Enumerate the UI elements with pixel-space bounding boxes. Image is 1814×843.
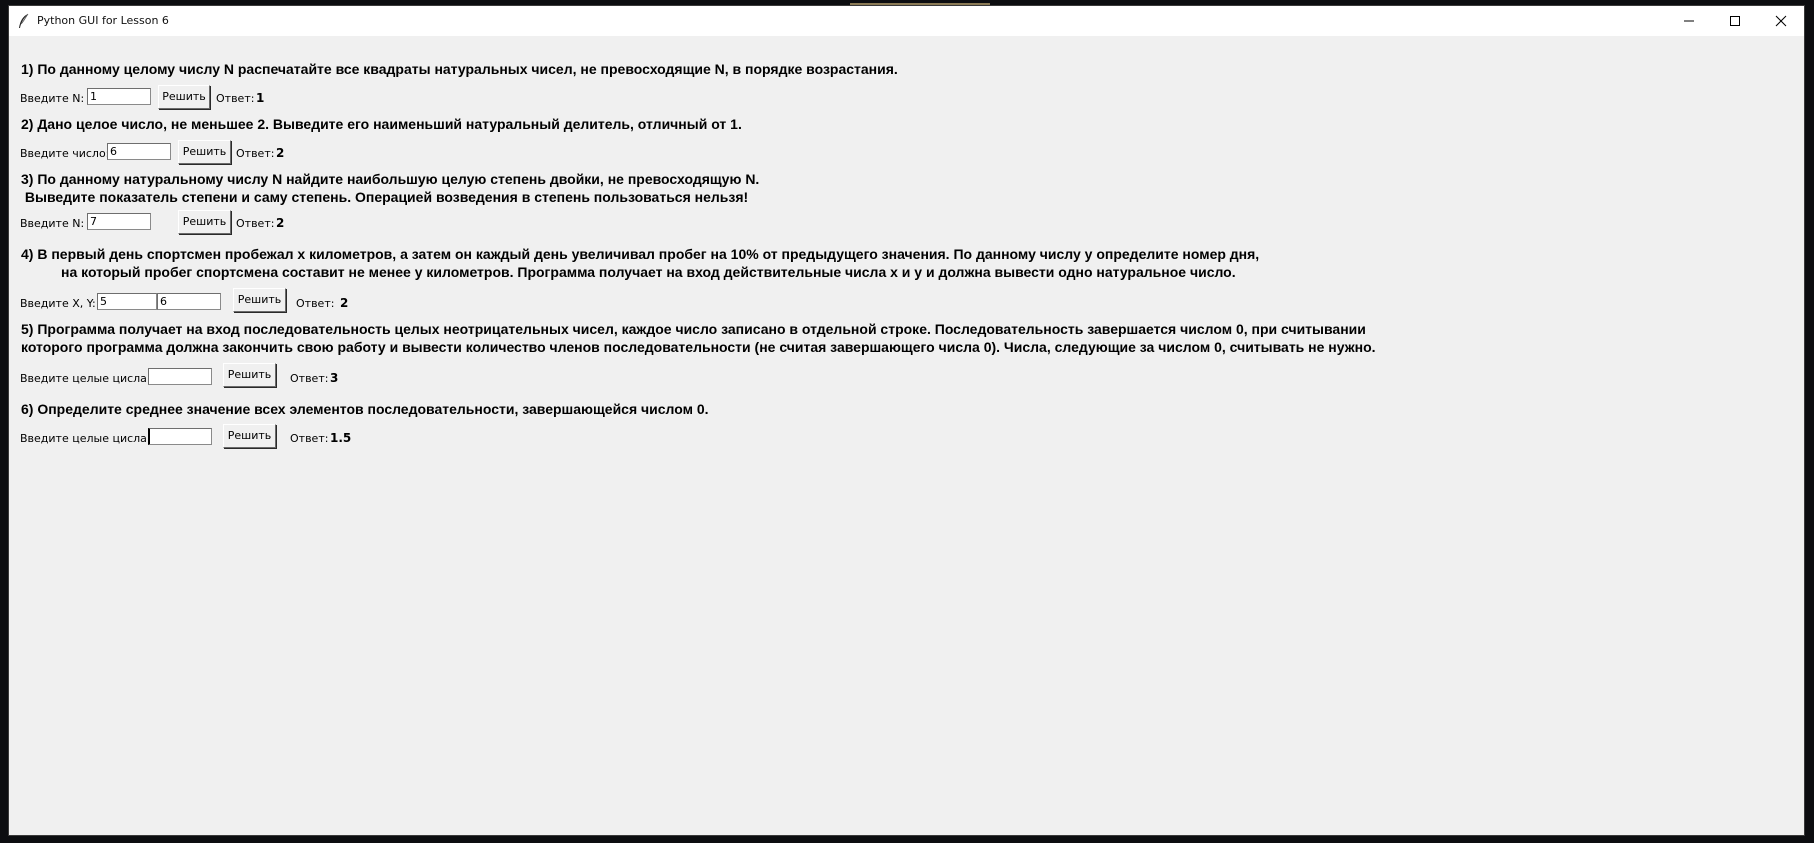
task-4-heading-line-2: на который пробег спортсмена составит не…: [61, 264, 1236, 280]
task-6-solve-button[interactable]: Решить: [223, 424, 276, 448]
close-icon: [1775, 15, 1787, 27]
task-4-heading-line-1: 4) В первый день спортсмен пробежал x ки…: [21, 246, 1260, 262]
title-bar[interactable]: Python GUI for Lesson 6: [9, 6, 1804, 36]
task-1-answer-value: 1: [256, 91, 265, 105]
task-4-solve-button[interactable]: Решить: [233, 288, 286, 312]
task-2-heading: 2) Дано целое число, не меньшее 2. Вывед…: [21, 116, 742, 132]
task-1-answer-label: Ответ:: [216, 92, 255, 105]
task-3-n-input[interactable]: 7: [87, 213, 151, 230]
task-5-answer-value: 3: [330, 371, 339, 385]
task-3-input-label: Введите N:: [20, 217, 85, 230]
task-3-answer-label: Ответ:: [236, 217, 275, 230]
task-1-solve-button[interactable]: Решить: [158, 85, 210, 109]
task-3-solve-button[interactable]: Решить: [178, 210, 231, 234]
task-5-solve-button[interactable]: Решить: [223, 363, 276, 387]
task-4-answer-label: Ответ:: [296, 297, 335, 310]
task-2-number-input[interactable]: 6: [107, 143, 171, 160]
task-2-solve-button[interactable]: Решить: [178, 140, 231, 164]
app-content: 1) По данному целому числу N распечатайт…: [9, 36, 1804, 835]
task-5-heading-line-2: которого программа должна закончить свою…: [21, 339, 1376, 355]
task-6-heading: 6) Определите среднее значение всех элем…: [21, 401, 709, 417]
task-1-heading: 1) По данному целому числу N распечатайт…: [21, 61, 898, 77]
task-6-answer-label: Ответ:: [290, 432, 329, 445]
task-4-y-input[interactable]: 6: [157, 293, 221, 310]
task-3-heading-line-1: 3) По данному натуральному числу N найди…: [21, 171, 760, 187]
task-5-numbers-input[interactable]: [148, 368, 212, 385]
maximize-button[interactable]: [1712, 6, 1758, 36]
close-button[interactable]: [1758, 6, 1804, 36]
task-6-input-label: Введите целые цисла:: [20, 432, 151, 445]
task-5-answer-label: Ответ:: [290, 372, 329, 385]
minimize-icon: [1684, 20, 1694, 22]
task-5-input-label: Введите целые цисла:: [20, 372, 151, 385]
task-3-answer-value: 2: [276, 216, 285, 230]
task-1-n-input[interactable]: 1: [87, 88, 151, 105]
task-2-answer-label: Ответ:: [236, 147, 275, 160]
maximize-icon: [1730, 16, 1740, 26]
task-2-input-label: Введите число:: [20, 147, 110, 160]
task-4-answer-value: 2: [340, 296, 349, 310]
task-2-answer-value: 2: [276, 146, 285, 160]
app-window: Python GUI for Lesson 6 1) По данному це…: [8, 5, 1805, 836]
tk-feather-icon: [19, 13, 29, 28]
task-6-answer-value: 1.5: [330, 431, 352, 445]
minimize-button[interactable]: [1666, 6, 1712, 36]
task-1-input-label: Введите N:: [20, 92, 85, 105]
window-title: Python GUI for Lesson 6: [37, 14, 169, 27]
task-4-input-label: Введите X, Y:: [20, 297, 96, 310]
task-3-heading-line-2: Выведите показатель степени и саму степе…: [21, 189, 749, 205]
task-5-heading-line-1: 5) Программа получает на вход последоват…: [21, 321, 1366, 337]
task-4-x-input[interactable]: 5: [97, 293, 157, 310]
task-6-numbers-input[interactable]: [148, 428, 212, 445]
